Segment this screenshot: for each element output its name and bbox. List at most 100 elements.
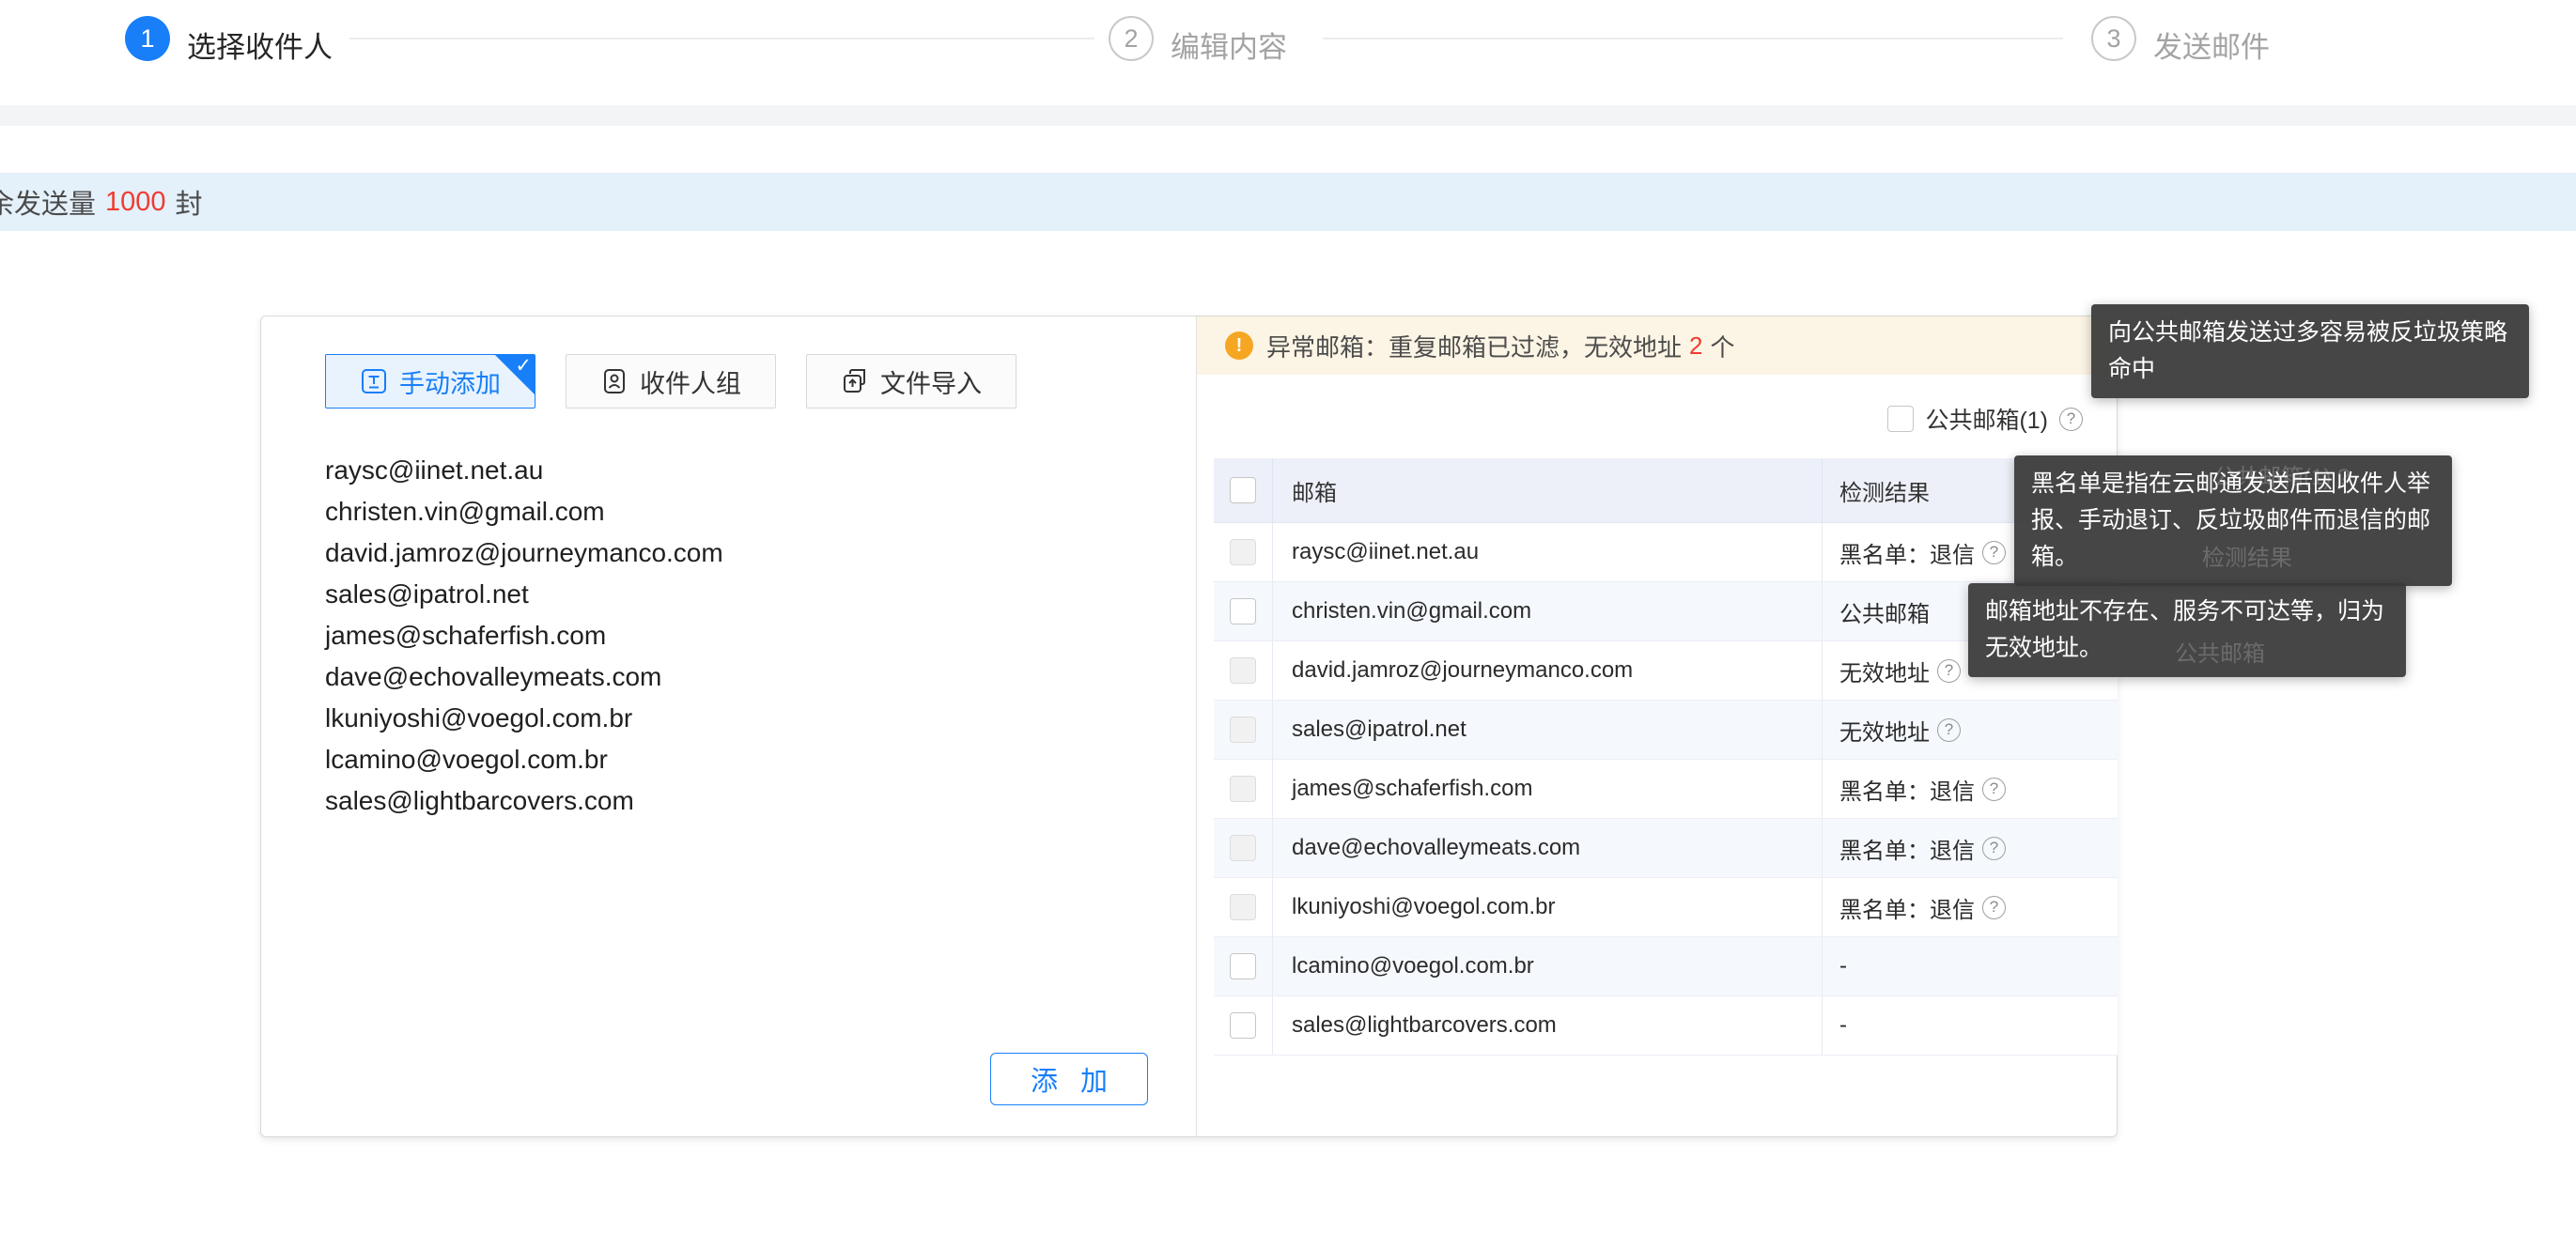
row-checkbox: [1230, 776, 1256, 802]
abnormal-mailbox-warning: ! 异常邮箱：重复邮箱已过滤，无效地址 2 个: [1197, 316, 2117, 375]
row-email: james@schaferfish.com: [1272, 760, 1822, 818]
manual-add-section: 手动添加 ✓ 收件人组 文件导入 r: [261, 316, 1196, 1136]
row-result: 黑名单：退信?: [1822, 760, 2118, 818]
table-row: lcamino@voegol.com.br-: [1214, 937, 2118, 996]
row-checkbox: [1230, 894, 1256, 920]
row-email: christen.vin@gmail.com: [1272, 582, 1822, 640]
row-checkbox: [1230, 539, 1256, 565]
row-check-cell: [1214, 937, 1272, 995]
email-line[interactable]: lkuniyoshi@voegol.com.br: [325, 698, 1133, 739]
tab-manual-add[interactable]: 手动添加 ✓: [325, 354, 535, 409]
select-all-checkbox[interactable]: [1230, 477, 1256, 503]
email-line[interactable]: dave@echovalleymeats.com: [325, 656, 1133, 698]
row-checkbox[interactable]: [1230, 598, 1256, 624]
detection-result-section: ! 异常邮箱：重复邮箱已过滤，无效地址 2 个 公共邮箱(1) ? 邮箱 检测结…: [1196, 316, 2117, 1136]
step-connector: [349, 38, 1094, 39]
public-mailbox-tooltip: 向公共邮箱发送过多容易被反垃圾策略命中: [2091, 304, 2529, 398]
public-mailbox-checkbox[interactable]: [1887, 406, 1914, 432]
invalid-count: 2: [1689, 332, 1702, 361]
row-check-cell: [1214, 523, 1272, 581]
ghost-text: 公共邮箱: [2175, 636, 2265, 672]
table-row: sales@lightbarcovers.com-: [1214, 996, 2118, 1056]
table-row: dave@echovalleymeats.com黑名单：退信?: [1214, 819, 2118, 878]
row-checkbox[interactable]: [1230, 953, 1256, 979]
result-help-icon[interactable]: ?: [1982, 837, 2006, 860]
warning-text: 异常邮箱：重复邮箱已过滤，无效地址: [1266, 329, 1682, 363]
blacklist-tooltip-text: 黑名单是指在云邮通发送后因收件人举报、手动退订、反垃圾邮件而退信的邮箱。: [2031, 470, 2430, 570]
row-result: 黑名单：退信?: [1822, 819, 2118, 877]
warning-icon: !: [1225, 332, 1253, 360]
result-text: -: [1839, 953, 1847, 979]
email-line[interactable]: david.jamroz@journeymanco.com: [325, 532, 1133, 574]
row-check-cell: [1214, 641, 1272, 700]
row-email: sales@ipatrol.net: [1272, 701, 1822, 759]
step-2-circle: 2: [1109, 16, 1154, 61]
public-mailbox-filter-row: 公共邮箱(1) ?: [1887, 397, 2083, 440]
result-text: 黑名单：退信: [1839, 773, 1975, 806]
table-row: raysc@iinet.net.au 黑名单：退信?: [1214, 523, 2118, 582]
email-line[interactable]: christen.vin@gmail.com: [325, 491, 1133, 532]
row-result: -: [1822, 937, 2118, 995]
tab-recipient-group[interactable]: 收件人组: [566, 354, 776, 409]
row-result: 黑名单：退信?: [1822, 878, 2118, 936]
email-line[interactable]: lcamino@voegol.com.br: [325, 739, 1133, 780]
detection-result-table: 邮箱 检测结果 raysc@iinet.net.au 黑名单：退信? christe…: [1214, 458, 2118, 1056]
row-checkbox: [1230, 835, 1256, 861]
file-import-icon: [841, 367, 869, 395]
recipient-group-icon: [600, 367, 628, 395]
email-line[interactable]: raysc@iinet.net.au: [325, 450, 1133, 491]
row-checkbox: [1230, 717, 1256, 743]
header-email: 邮箱: [1272, 458, 1822, 522]
recipient-selection-panel: 手动添加 ✓ 收件人组 文件导入 r: [260, 316, 2118, 1137]
result-text: -: [1839, 1012, 1847, 1039]
row-result: 无效地址?: [1822, 701, 2118, 759]
table-row: james@schaferfish.com黑名单：退信?: [1214, 760, 2118, 819]
result-help-icon[interactable]: ?: [1982, 896, 2006, 919]
row-check-cell: [1214, 878, 1272, 936]
quota-unit: 封: [176, 182, 203, 222]
result-text: 黑名单：退信: [1839, 891, 1975, 924]
tab-recipient-group-label: 收件人组: [640, 363, 741, 400]
add-method-tabs: 手动添加 ✓ 收件人组 文件导入: [325, 354, 1016, 409]
result-help-icon[interactable]: ?: [1937, 718, 1961, 742]
invalid-address-tooltip: 邮箱地址不存在、服务不可达等，归为无效地址。 公共邮箱: [1968, 583, 2406, 677]
invalid-tooltip-text: 邮箱地址不存在、服务不可达等，归为无效地址。: [1985, 598, 2384, 661]
public-mailbox-help-icon[interactable]: ?: [2059, 408, 2083, 431]
email-input-area[interactable]: raysc@iinet.net.auchristen.vin@gmail.com…: [325, 450, 1133, 822]
row-checkbox: [1230, 657, 1256, 684]
tab-file-import[interactable]: 文件导入: [806, 354, 1016, 409]
step-2-label: 编辑内容: [1171, 23, 1287, 66]
row-check-cell: [1214, 582, 1272, 640]
step-3-circle: 3: [2091, 16, 2136, 61]
email-line[interactable]: sales@ipatrol.net: [325, 574, 1133, 615]
table-row: lkuniyoshi@voegol.com.br黑名单：退信?: [1214, 878, 2118, 937]
step-wizard: 1 选择收件人 2 编辑内容 3 发送邮件: [0, 0, 2576, 105]
row-email: raysc@iinet.net.au: [1272, 523, 1822, 581]
email-line[interactable]: james@schaferfish.com: [325, 615, 1133, 656]
result-text: 黑名单：退信: [1839, 536, 1975, 569]
active-tab-check-icon: ✓: [515, 354, 532, 378]
result-text: 无效地址: [1839, 714, 1930, 747]
result-text: 黑名单：退信: [1839, 832, 1975, 865]
public-mailbox-label: 公共邮箱(1): [1925, 402, 2048, 436]
row-checkbox[interactable]: [1230, 1012, 1256, 1039]
quota-label: 余发送量: [0, 182, 96, 222]
email-line[interactable]: sales@lightbarcovers.com: [325, 780, 1133, 822]
header-check-cell: [1214, 458, 1272, 522]
row-email: sales@lightbarcovers.com: [1272, 996, 1822, 1055]
row-email: david.jamroz@journeymanco.com: [1272, 641, 1822, 700]
result-text: 公共邮箱: [1839, 595, 1930, 628]
blacklist-tooltip: 黑名单是指在云邮通发送后因收件人举报、手动退订、反垃圾邮件而退信的邮箱。 公共邮…: [2014, 455, 2452, 586]
row-email: dave@echovalleymeats.com: [1272, 819, 1822, 877]
tab-file-import-label: 文件导入: [880, 363, 982, 400]
row-check-cell: [1214, 996, 1272, 1055]
result-help-icon[interactable]: ?: [1982, 778, 2006, 801]
result-help-icon[interactable]: ?: [1982, 541, 2006, 564]
add-button[interactable]: 添 加: [990, 1053, 1148, 1105]
step-1-label: 选择收件人: [187, 23, 333, 66]
result-help-icon[interactable]: ?: [1937, 659, 1961, 683]
table-row: sales@ipatrol.net无效地址?: [1214, 701, 2118, 760]
row-result: -: [1822, 996, 2118, 1055]
table-header-row: 邮箱 检测结果: [1214, 458, 2118, 523]
tab-manual-add-label: 手动添加: [399, 363, 501, 400]
